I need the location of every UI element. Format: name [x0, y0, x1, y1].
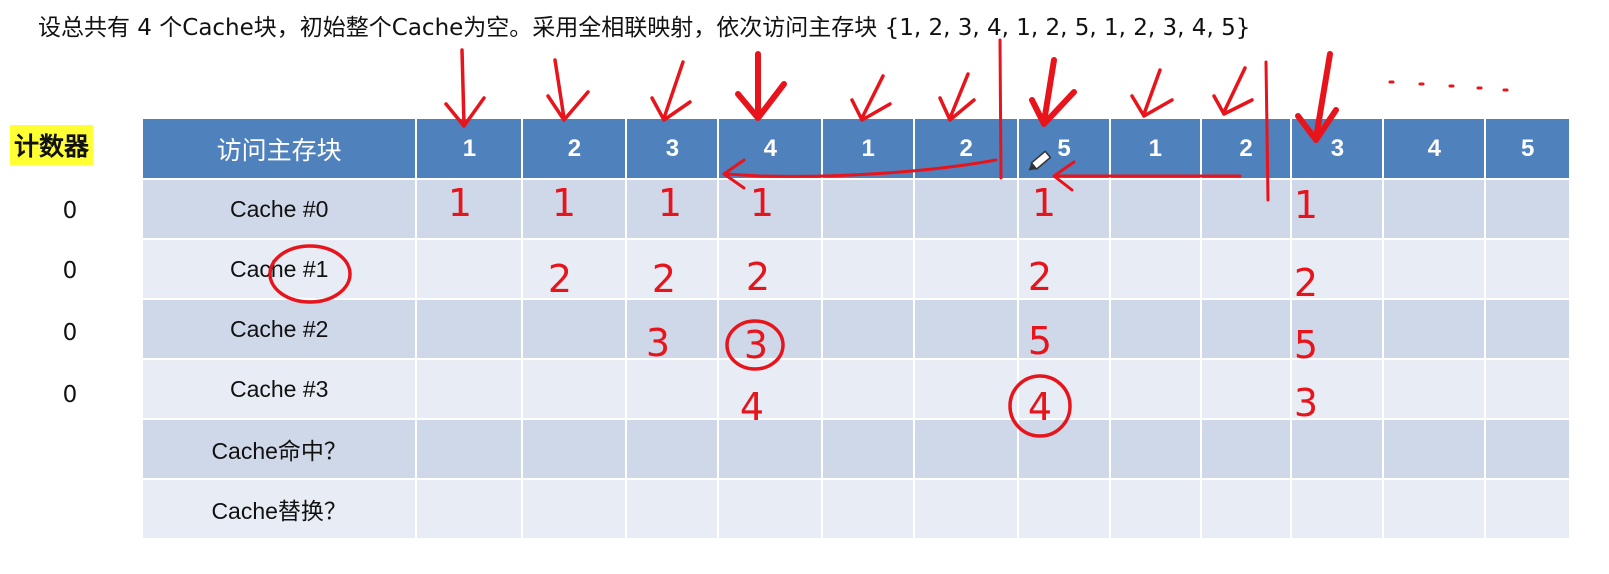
row-cache-2: Cache #2 [140, 298, 1571, 360]
row-cache-1: Cache #1 [140, 238, 1571, 300]
seq-3: 3 [625, 117, 720, 180]
row-cache-hit: Cache命中？ [140, 418, 1571, 480]
seq-2: 2 [521, 117, 628, 180]
row-label: Cache替换？ [140, 478, 418, 540]
seq-12: 5 [1484, 117, 1571, 180]
seq-6: 2 [913, 117, 1020, 180]
counter-value-1: 0 [62, 258, 78, 284]
problem-statement: 设总共有 4 个Cache块，初始整个Cache为空。采用全相联映射，依次访问主… [38, 15, 1251, 41]
arrow-col3 [650, 60, 692, 122]
row-label: Cache #3 [140, 358, 418, 420]
arrow-col9 [1212, 66, 1254, 116]
seq-4: 4 [717, 117, 824, 180]
arrow-col2 [546, 58, 590, 122]
row-cache-0: Cache #0 [140, 178, 1571, 240]
lru-table: 访问主存块 1 2 3 4 1 2 5 1 2 3 4 5 Cache #0 C… [140, 117, 1571, 540]
counter-value-3: 0 [62, 382, 78, 408]
seq-1: 1 [415, 117, 524, 180]
counter-value-2: 0 [62, 320, 78, 346]
row-label: Cache #2 [140, 298, 418, 360]
arrow-col1 [444, 48, 486, 128]
header-label: 访问主存块 [140, 117, 418, 180]
seq-9: 2 [1199, 117, 1293, 180]
row-label: Cache命中？ [140, 418, 418, 480]
row-cache-replace: Cache替换？ [140, 478, 1571, 540]
arrow-col8 [1130, 68, 1174, 118]
row-cache-3: Cache #3 [140, 358, 1571, 420]
seq-7: 5 [1017, 117, 1111, 180]
arrow-col7 [1029, 57, 1077, 127]
counter-title: 计数器 [10, 125, 94, 165]
seq-11: 4 [1382, 117, 1487, 180]
arrow-col6 [938, 72, 976, 122]
arrow-col5 [850, 74, 892, 122]
progress-dots [1388, 80, 1509, 92]
seq-10: 3 [1290, 117, 1385, 180]
row-label: Cache #1 [140, 238, 418, 300]
seq-5: 1 [821, 117, 916, 180]
row-label: Cache #0 [140, 178, 418, 240]
seq-8: 1 [1108, 117, 1202, 180]
arrow-col4 [735, 51, 787, 121]
header-row: 访问主存块 1 2 3 4 1 2 5 1 2 3 4 5 [140, 117, 1571, 180]
counter-value-0: 0 [62, 198, 78, 224]
